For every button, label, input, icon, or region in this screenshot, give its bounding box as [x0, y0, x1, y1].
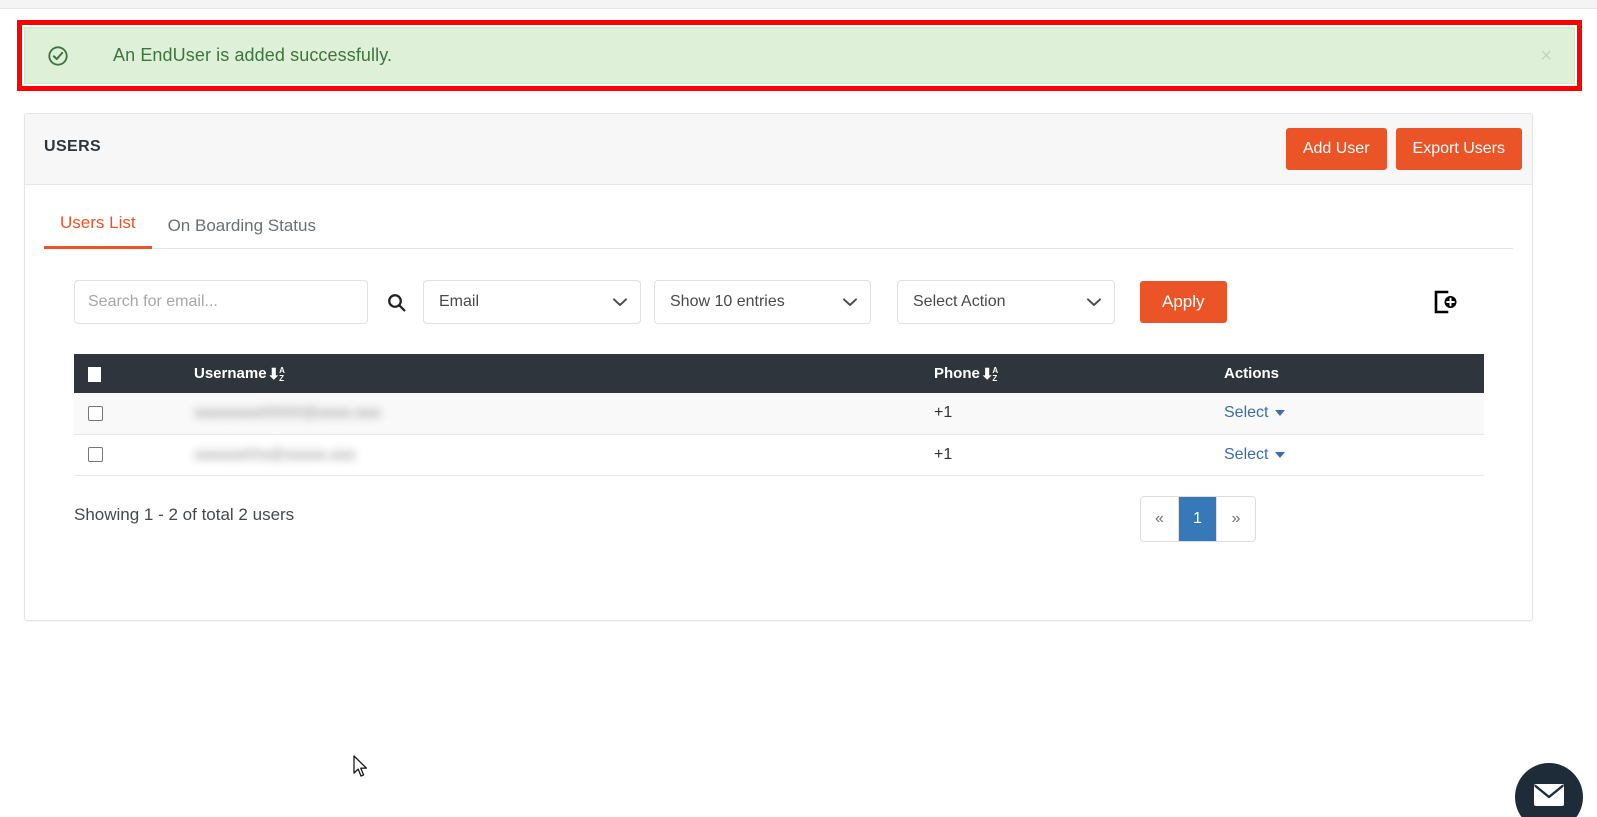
tab-users-list[interactable]: Users List: [44, 213, 152, 249]
row-username-cell: aaaaaa00a@aaaaa.aaa: [194, 434, 934, 476]
row-select-dropdown[interactable]: Select: [1224, 445, 1286, 464]
check-circle-icon: [46, 44, 70, 68]
select-all-header: [74, 354, 194, 393]
table-body: aaaaaaaa00000@aaaa.aaa +1 Select aaaaaa0…: [74, 393, 1484, 476]
row-username: aaaaaaaa00000@aaaa.aaa: [194, 404, 381, 422]
row-checkbox[interactable]: [88, 405, 103, 421]
action-select-value: Select Action: [913, 293, 1006, 310]
entries-select[interactable]: Show 10 entries: [654, 280, 871, 324]
pagination-page-1[interactable]: 1: [1179, 496, 1217, 541]
chevron-down-icon: [1087, 281, 1101, 323]
phone-header-label: Phone: [934, 365, 980, 382]
field-select[interactable]: Email: [423, 280, 641, 324]
apply-button[interactable]: Apply: [1140, 281, 1227, 323]
username-header[interactable]: Username ⬇ AZ: [194, 354, 934, 393]
row-actions-cell: Select: [1224, 434, 1484, 476]
actions-header-label: Actions: [1224, 365, 1280, 382]
sort-az-desc-icon[interactable]: ⬇ AZ: [981, 366, 998, 383]
row-actions-cell: Select: [1224, 393, 1484, 435]
alert-message: An EndUser is added successfully.: [113, 45, 393, 65]
showing-count: Showing 1 - 2 of total 2 users: [74, 504, 295, 524]
close-icon[interactable]: ×: [1540, 46, 1552, 66]
users-card: USERS Add User Export Users Users List O…: [24, 113, 1533, 621]
select-all-checkbox[interactable]: [88, 366, 101, 382]
users-table: Username ⬇ AZ Phone ⬇ A Z Actions aaaaaa…: [74, 354, 1484, 476]
search-input[interactable]: [74, 280, 368, 324]
page-title: USERS: [44, 138, 102, 155]
pagination: « 1 »: [1140, 495, 1256, 542]
row-select-cell: [74, 434, 194, 476]
envelope-icon: [1533, 783, 1565, 812]
row-select-cell: [74, 393, 194, 435]
filter-bar: Email Show 10 entries Select Action: [74, 280, 1532, 324]
chat-widget-button[interactable]: [1515, 763, 1583, 817]
caret-down-icon: [1275, 410, 1286, 417]
row-phone-cell: +1: [934, 393, 1224, 435]
row-select-label: Select: [1224, 404, 1269, 422]
actions-header: Actions: [1224, 354, 1484, 393]
success-alert: An EndUser is added successfully. ×: [24, 27, 1575, 84]
username-header-label: Username: [194, 365, 267, 382]
row-phone-cell: +1: [934, 434, 1224, 476]
users-table-wrapper: Username ⬇ AZ Phone ⬇ A Z Actions aaaaaa…: [74, 354, 1484, 476]
field-select-value: Email: [439, 293, 480, 310]
mouse-pointer-icon: [352, 755, 370, 779]
phone-header[interactable]: Phone ⬇ AZ: [934, 354, 1224, 393]
tab-on-boarding-status[interactable]: On Boarding Status: [152, 216, 332, 249]
sort-az-desc-icon[interactable]: ⬇ AZ: [268, 366, 285, 383]
caret-down-icon: [1275, 451, 1286, 458]
table-footer: Showing 1 - 2 of total 2 users « 1 »: [74, 495, 1483, 544]
chevron-down-icon: [613, 281, 627, 323]
search-icon[interactable]: [374, 280, 419, 324]
table-head: Username ⬇ AZ Phone ⬇ A Z Actions: [74, 354, 1484, 393]
row-select-label: Select: [1224, 445, 1269, 463]
chevron-down-icon: [843, 281, 857, 323]
page-root: An EndUser is added successfully. × USER…: [0, 0, 1597, 817]
entries-select-value: Show 10 entries: [670, 293, 785, 310]
import-user-icon[interactable]: [1422, 280, 1466, 324]
header-actions: Add User Export Users: [1285, 128, 1522, 170]
pagination-prev[interactable]: «: [1141, 496, 1179, 541]
export-users-button[interactable]: Export Users: [1395, 128, 1522, 170]
table-row: aaaaaaaa00000@aaaa.aaa +1 Select: [74, 393, 1484, 435]
pagination-next[interactable]: »: [1217, 496, 1255, 541]
table-header-row: Username ⬇ AZ Phone ⬇ A Z Actions: [74, 354, 1484, 393]
row-username-cell: aaaaaaaa00000@aaaa.aaa: [194, 393, 934, 435]
row-select-dropdown[interactable]: Select: [1224, 404, 1286, 422]
tab-bar: Users List On Boarding Status: [44, 185, 1513, 249]
row-checkbox[interactable]: [88, 446, 103, 462]
top-strip: [0, 0, 1597, 9]
table-row: aaaaaa00a@aaaaa.aaa +1 Select: [74, 434, 1484, 476]
action-select[interactable]: Select Action: [897, 280, 1115, 324]
row-username: aaaaaa00a@aaaaa.aaa: [194, 445, 356, 463]
add-user-button[interactable]: Add User: [1285, 128, 1387, 170]
card-header: USERS Add User Export Users: [25, 114, 1532, 185]
